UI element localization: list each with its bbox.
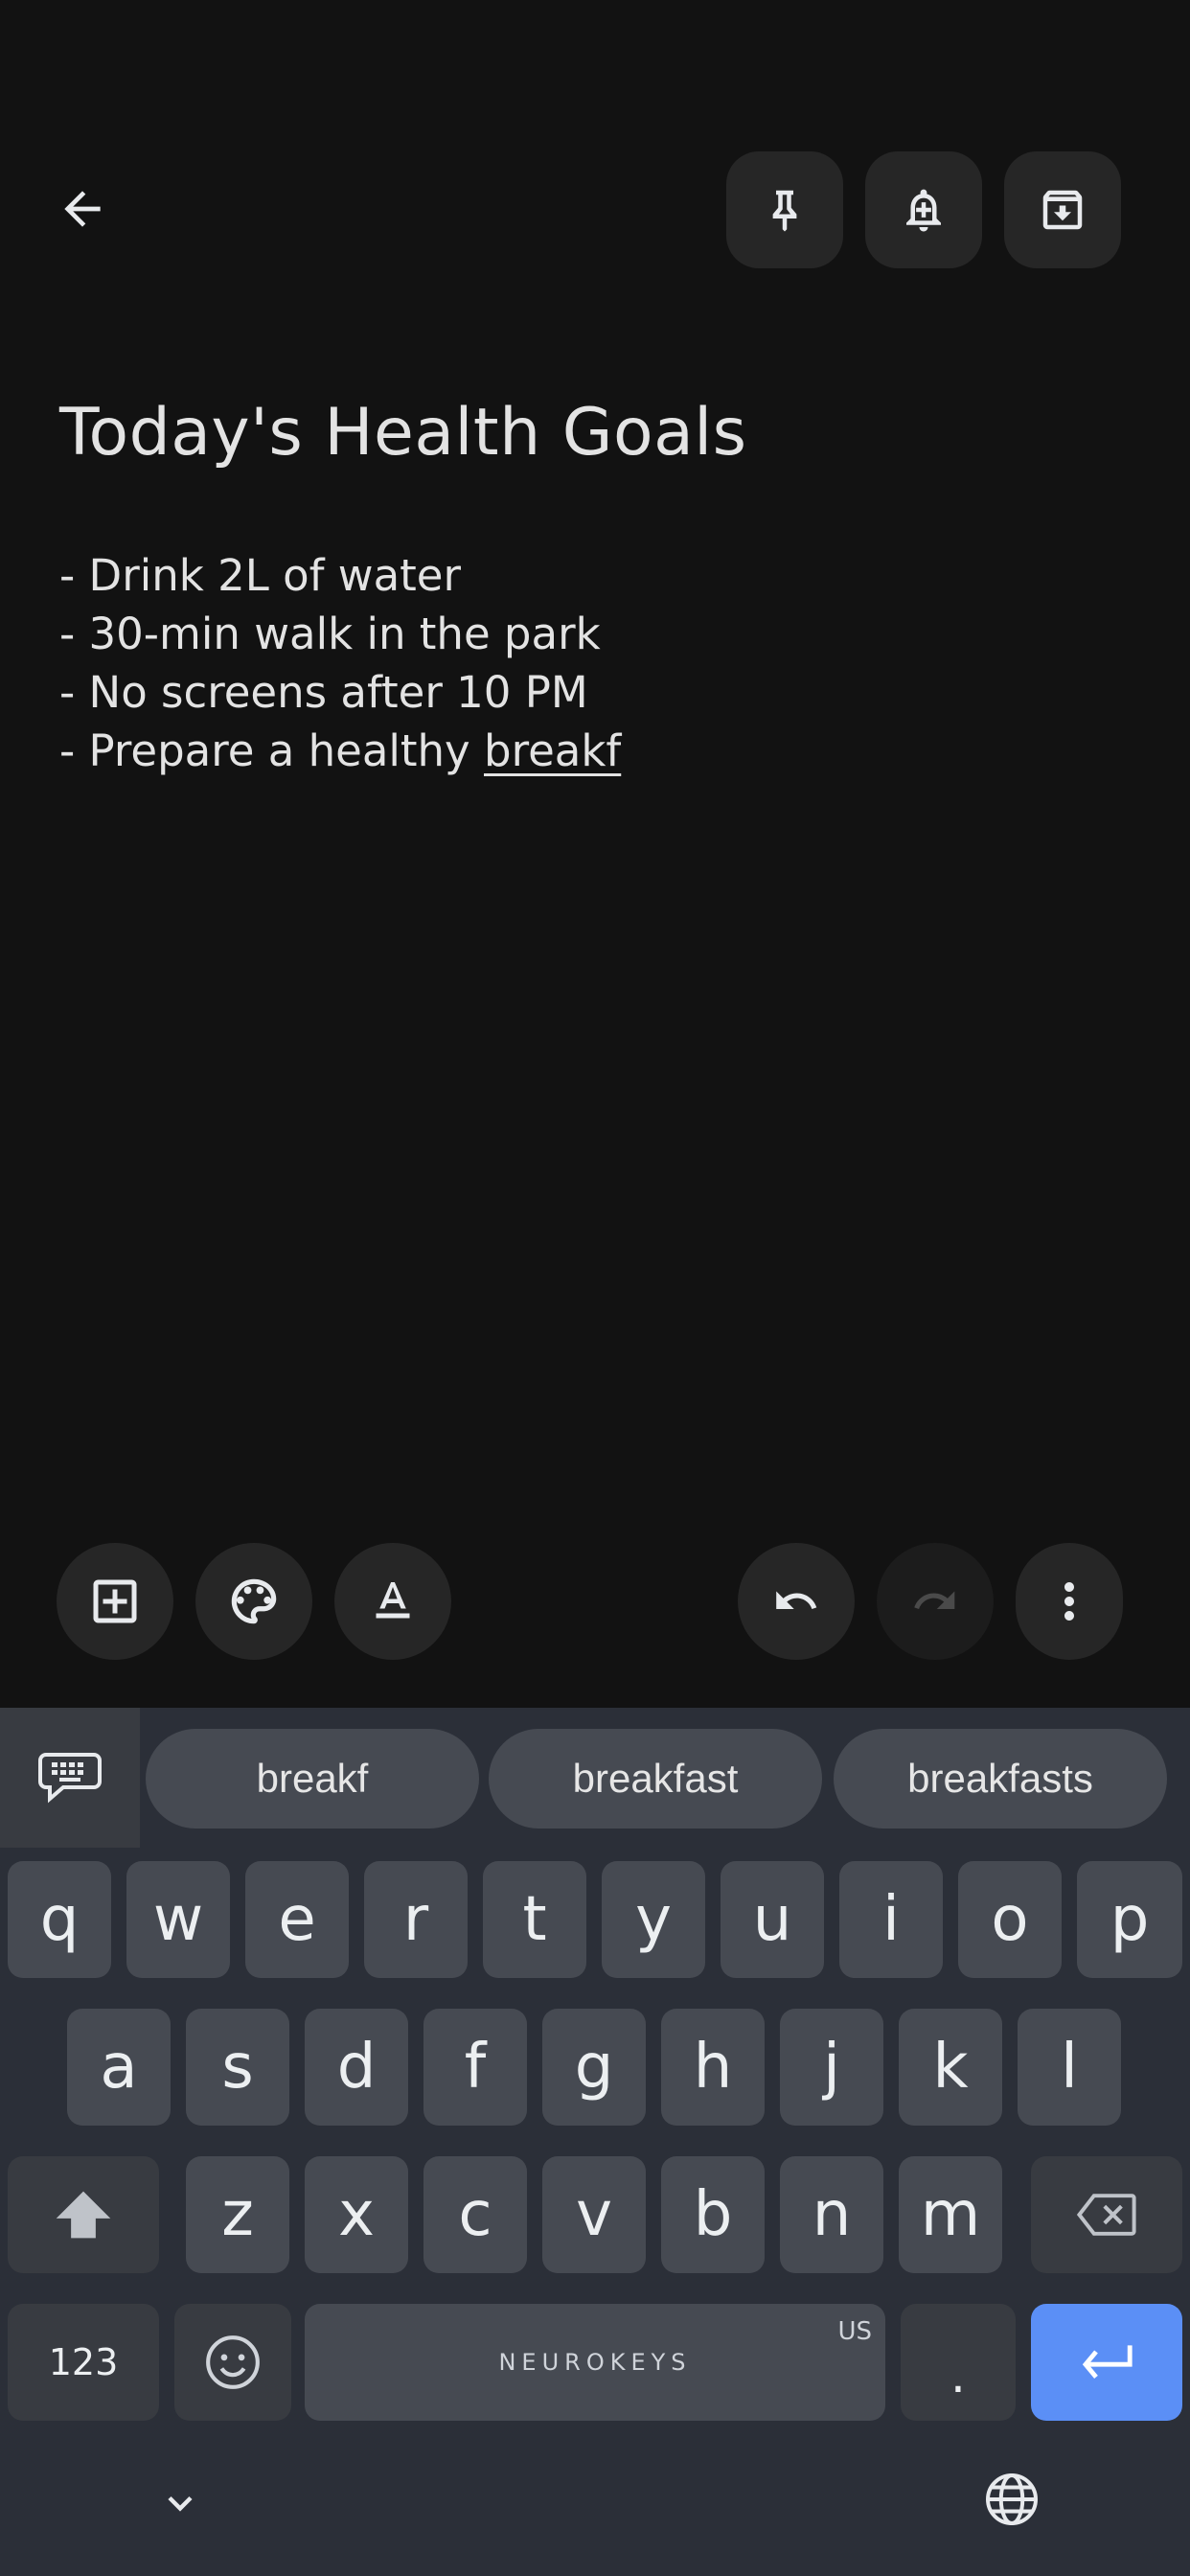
note-line: - Prepare a healthy breakf (59, 722, 621, 780)
back-button[interactable] (38, 161, 126, 257)
pin-button[interactable] (726, 151, 843, 268)
text-format-button[interactable] (334, 1543, 451, 1660)
bell-plus-icon (906, 189, 941, 232)
redo-button[interactable] (877, 1543, 994, 1660)
undo-button[interactable] (738, 1543, 855, 1660)
key-h[interactable]: h (661, 2009, 765, 2126)
key-a[interactable]: a (67, 2009, 171, 2126)
key-e[interactable]: e (245, 1861, 349, 1978)
language-switch-button[interactable] (972, 2459, 1052, 2540)
palette-icon (231, 1578, 277, 1624)
enter-arrow-icon (1082, 2345, 1133, 2379)
note-line: - No screens after 10 PM (59, 667, 588, 718)
key-g[interactable]: g (542, 2009, 646, 2126)
keyboard-menu-button[interactable] (0, 1708, 140, 1848)
key-d[interactable]: d (305, 2009, 408, 2126)
reminder-button[interactable] (865, 151, 982, 268)
note-title[interactable]: Today's Health Goals (59, 395, 747, 471)
suggestion-chip[interactable]: breakfasts (834, 1729, 1167, 1828)
note-body[interactable]: - Drink 2L of water - 30-min walk in the… (59, 546, 621, 780)
background-color-button[interactable] (195, 1543, 312, 1660)
arrow-left-icon (64, 191, 101, 227)
key-w[interactable]: w (126, 1861, 230, 1978)
key-y[interactable]: y (602, 1861, 705, 1978)
text-format-icon (376, 1582, 410, 1619)
shift-arrow-icon (56, 2191, 111, 2239)
note-line: - Drink 2L of water (59, 550, 461, 601)
key-p[interactable]: p (1077, 1861, 1182, 1978)
key-l[interactable]: l (1018, 2009, 1121, 2126)
key-x[interactable]: x (305, 2156, 408, 2273)
more-vert-icon (1064, 1582, 1074, 1621)
chat-keyboard-icon (38, 1753, 102, 1804)
suggestion-chip[interactable]: breakf (146, 1729, 479, 1828)
archive-icon (1042, 190, 1083, 230)
key-s[interactable]: s (186, 2009, 289, 2126)
chevron-down-icon (168, 2496, 193, 2512)
key-c[interactable]: c (423, 2156, 527, 2273)
key-v[interactable]: v (542, 2156, 646, 2273)
composing-word: breakf (484, 725, 622, 776)
key-b[interactable]: b (661, 2156, 765, 2273)
globe-icon (986, 2473, 1038, 2525)
key-t[interactable]: t (483, 1861, 586, 1978)
pin-icon (772, 190, 797, 232)
space-key[interactable]: NEUROKEYS US (305, 2304, 885, 2421)
shift-key[interactable] (8, 2156, 159, 2273)
emoji-key[interactable] (174, 2304, 291, 2421)
key-m[interactable]: m (899, 2156, 1002, 2273)
hide-keyboard-button[interactable] (142, 2465, 218, 2542)
note-line: - 30-min walk in the park (59, 609, 601, 659)
archive-button[interactable] (1004, 151, 1121, 268)
key-z[interactable]: z (186, 2156, 289, 2273)
key-r[interactable]: r (364, 1861, 468, 1978)
key-n[interactable]: n (780, 2156, 883, 2273)
key-u[interactable]: u (721, 1861, 824, 1978)
suggestion-chip[interactable]: breakfast (489, 1729, 822, 1828)
space-key-locale: US (837, 2317, 872, 2346)
numbers-key[interactable]: 123 (8, 2304, 159, 2421)
backspace-key[interactable] (1031, 2156, 1182, 2273)
add-content-button[interactable] (57, 1543, 173, 1660)
redo-icon (914, 1591, 955, 1609)
key-i[interactable]: i (839, 1861, 943, 1978)
enter-key[interactable] (1031, 2304, 1182, 2421)
key-q[interactable]: q (8, 1861, 111, 1978)
add-box-icon (93, 1579, 137, 1623)
period-key-label: . (950, 2348, 966, 2404)
suggestion-bar: breakf breakfast breakfasts (0, 1708, 1190, 1848)
emoji-icon (206, 2335, 260, 2389)
keyboard: breakf breakfast breakfasts q w e r t y … (0, 1708, 1190, 2576)
note-line-text: - Prepare a healthy (59, 725, 484, 776)
key-k[interactable]: k (899, 2009, 1002, 2126)
undo-icon (776, 1591, 817, 1609)
key-f[interactable]: f (423, 2009, 527, 2126)
backspace-icon (1077, 2194, 1136, 2236)
key-j[interactable]: j (780, 2009, 883, 2126)
more-options-button[interactable] (1016, 1543, 1123, 1660)
space-key-brand: NEUROKEYS (498, 2349, 692, 2376)
key-o[interactable]: o (958, 1861, 1062, 1978)
period-key[interactable]: . (901, 2304, 1016, 2421)
